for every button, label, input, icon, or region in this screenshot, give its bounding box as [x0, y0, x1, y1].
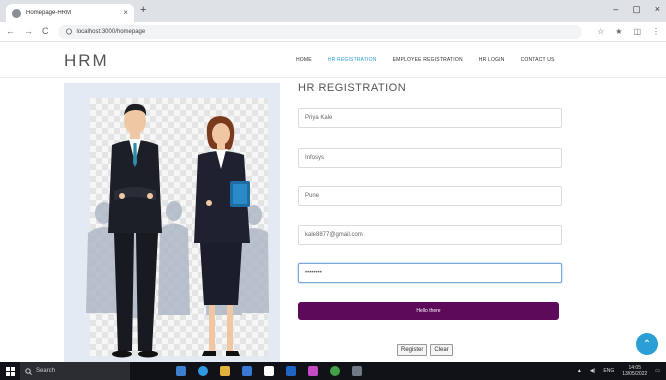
new-tab-button[interactable]: + — [140, 5, 146, 16]
minimize-button[interactable]: – — [613, 4, 618, 15]
star-icon[interactable]: ★ — [615, 27, 622, 36]
windows-icon — [5, 366, 15, 376]
word-icon[interactable] — [286, 366, 296, 376]
taskbar-apps — [176, 366, 362, 376]
bookmark-icon[interactable]: ☆ — [597, 27, 604, 36]
form-title: HR REGISTRATION — [298, 82, 407, 94]
store-icon[interactable] — [242, 366, 252, 376]
search-placeholder: Search — [36, 368, 56, 374]
form-actions: Register Clear — [397, 344, 453, 356]
tab-title: Homepage-HRM — [26, 10, 72, 16]
info-icon — [65, 28, 72, 35]
main-nav: HOME HR REGISTRATION EMPLOYEE REGISTRATI… — [296, 57, 555, 63]
browser-toolbar: ← → C localhost:3000/homepage ☆ ★ ◫ ⋮ — [0, 22, 666, 42]
site-logo[interactable]: HRM — [64, 51, 109, 71]
network-icon[interactable]: ▲ — [577, 368, 582, 374]
search-icon — [25, 367, 32, 375]
address-bar[interactable]: localhost:3000/homepage — [57, 24, 583, 39]
volume-icon[interactable]: ◀) — [590, 368, 596, 374]
task-view-icon[interactable] — [176, 366, 186, 376]
chrome-icon[interactable] — [330, 366, 340, 376]
forward-icon[interactable]: → — [24, 27, 33, 36]
clear-button[interactable]: Clear — [430, 344, 453, 356]
window-controls: – ▢ × — [613, 4, 660, 15]
browser-tab[interactable]: Homepage-HRM × — [6, 4, 134, 22]
reload-icon[interactable]: C — [42, 27, 49, 36]
system-tray: ▲ ◀) ENG 14:05 13/05/2022 ▭ — [577, 365, 660, 377]
url-text: localhost:3000/homepage — [76, 28, 146, 35]
back-icon[interactable]: ← — [6, 27, 15, 36]
clock[interactable]: 14:05 13/05/2022 — [622, 365, 647, 377]
start-button[interactable] — [0, 362, 20, 380]
company-field[interactable]: Infosys — [298, 148, 562, 168]
browser-tabstrip: Homepage-HRM × + – ▢ × — [0, 0, 666, 22]
extension-icon[interactable]: ◫ — [633, 27, 641, 36]
chevron-up-icon[interactable]: ⌃ — [636, 333, 658, 355]
nav-contact-us[interactable]: CONTACT US — [521, 57, 555, 63]
menu-icon[interactable]: ⋮ — [652, 27, 660, 36]
nav-hr-registration[interactable]: HR REGISTRATION — [328, 57, 377, 63]
nav-home[interactable]: HOME — [296, 57, 312, 63]
register-button[interactable]: Register — [397, 344, 428, 356]
app-icon[interactable] — [352, 366, 362, 376]
business-people-illustration — [86, 103, 269, 358]
close-window-button[interactable]: × — [655, 4, 660, 15]
full-name-field[interactable]: Priya Kale — [298, 108, 562, 128]
submit-button[interactable]: Hello there — [298, 302, 559, 320]
visual-studio-icon[interactable] — [308, 366, 318, 376]
site-header: HRM HOME HR REGISTRATION EMPLOYEE REGIST… — [0, 42, 666, 78]
notification-icon[interactable]: ▭ — [655, 368, 660, 374]
file-explorer-icon[interactable] — [220, 366, 230, 376]
favicon-icon — [12, 8, 21, 18]
edge-icon[interactable] — [198, 366, 208, 376]
city-field[interactable]: Pune — [298, 186, 562, 206]
password-field[interactable]: •••••••• — [298, 263, 562, 283]
clock-date: 13/05/2022 — [622, 371, 648, 377]
maximize-button[interactable]: ▢ — [632, 4, 641, 15]
tab-close-icon[interactable]: × — [123, 9, 128, 17]
nav-hr-login[interactable]: HR LOGIN — [479, 57, 505, 63]
taskbar: Search ▲ ◀) ENG 14:05 13/05/2022 ▭ — [0, 362, 666, 380]
email-field[interactable]: kale8877@gmail.com — [298, 225, 562, 245]
language-indicator[interactable]: ENG — [603, 368, 614, 374]
taskbar-search[interactable]: Search — [20, 362, 130, 380]
mail-icon[interactable] — [264, 366, 274, 376]
nav-employee-registration[interactable]: EMPLOYEE REGISTRATION — [393, 57, 463, 63]
